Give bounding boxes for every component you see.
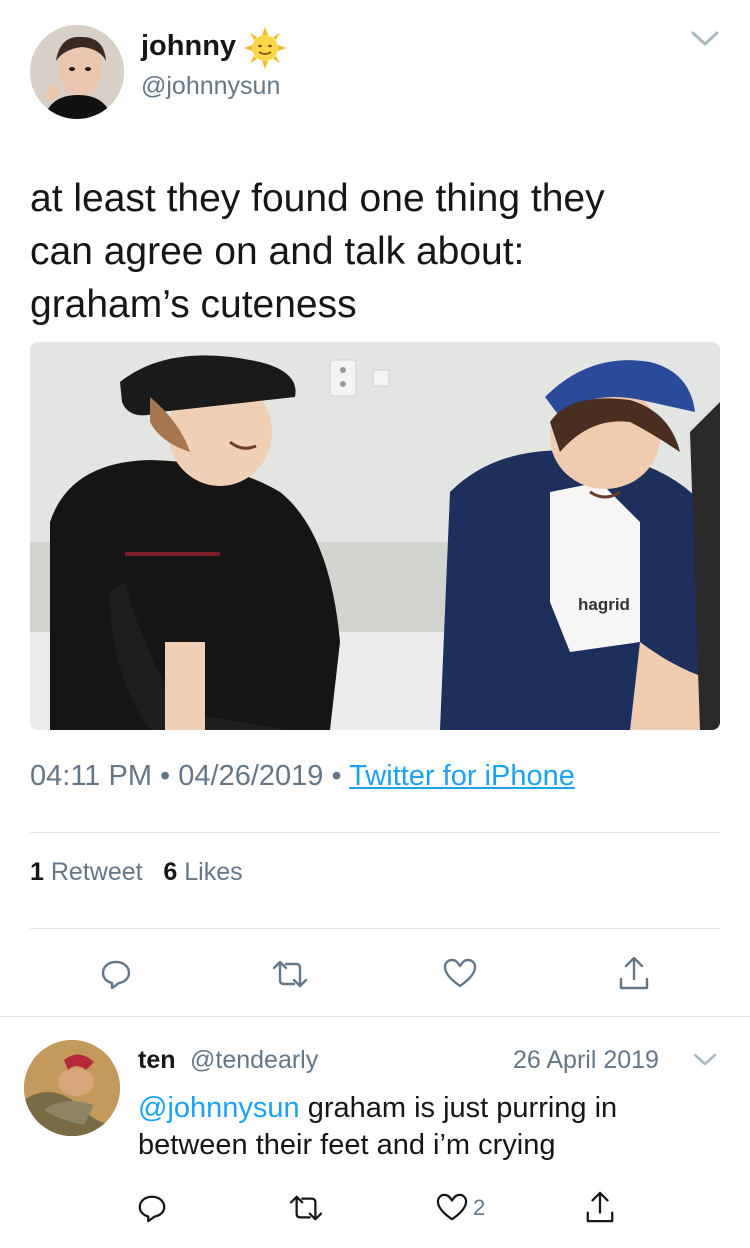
like-icon	[436, 1193, 468, 1221]
share-icon	[586, 1191, 614, 1223]
divider	[30, 928, 720, 929]
tweet-stats: 1 Retweet 6 Likes	[30, 858, 243, 887]
reply-date: 26 April 2019	[513, 1046, 659, 1074]
mention-link[interactable]: @johnnysun	[138, 1092, 300, 1124]
like-count: 6	[163, 858, 178, 886]
reply-tweet[interactable]: ten @tendearly 26 April 2019 @johnnysun …	[0, 1018, 750, 1248]
reply-author-name[interactable]: ten	[138, 1046, 176, 1075]
tweet-time: 04:11 PM	[30, 760, 152, 792]
tweet-metadata: 04:11 PM • 04/26/2019 • Twitter for iPho…	[30, 760, 575, 793]
like-label: Likes	[184, 858, 243, 886]
tweet-text-line: at least they found one thing they	[30, 177, 605, 220]
divider	[0, 1016, 750, 1017]
tweet-date: 04/26/2019	[178, 760, 324, 792]
reply-author-avatar[interactable]	[24, 1040, 120, 1136]
retweet-button[interactable]	[268, 954, 312, 994]
retweet-label: Retweet	[50, 858, 143, 886]
reply-icon	[101, 960, 131, 990]
like-button[interactable]	[434, 1190, 470, 1226]
tweet-photo[interactable]: hagrid	[30, 342, 720, 730]
divider	[30, 832, 720, 833]
retweet-stat[interactable]: 1 Retweet	[30, 858, 143, 886]
share-button[interactable]	[614, 952, 654, 994]
tweet-text-line: can agree on and talk about:	[30, 230, 525, 273]
separator: •	[160, 760, 171, 792]
sun-emoji-icon	[244, 27, 286, 69]
author-display-name[interactable]: johnny	[141, 30, 236, 63]
reply-like-count: 2	[473, 1195, 486, 1220]
author-handle[interactable]: @johnnysun	[141, 72, 280, 101]
share-button[interactable]	[582, 1188, 618, 1226]
share-icon	[619, 956, 649, 990]
author-avatar[interactable]	[30, 25, 124, 119]
reply-text-line: @johnnysun graham is just purring in	[138, 1090, 718, 1127]
like-stat[interactable]: 6 Likes	[163, 858, 242, 886]
reply-button[interactable]	[96, 954, 136, 994]
retweet-button[interactable]	[286, 1190, 326, 1226]
reply-author-handle[interactable]: @tendearly	[190, 1046, 318, 1075]
separator: •	[331, 760, 342, 792]
reply-text-line: between their feet and i’m crying	[138, 1129, 556, 1161]
retweet-count: 1	[30, 858, 44, 886]
reply-icon	[138, 1195, 166, 1223]
shirt-text: hagrid	[578, 595, 630, 614]
like-icon	[443, 958, 477, 988]
tweet-source-link[interactable]: Twitter for iPhone	[349, 760, 575, 792]
chevron-down-icon[interactable]	[690, 28, 720, 48]
chevron-down-icon[interactable]	[692, 1050, 718, 1068]
retweet-icon	[289, 1195, 323, 1221]
tweet-text: at least they found one thing they can a…	[30, 172, 720, 331]
reply-text: @johnnysun graham is just purring in bet…	[138, 1090, 718, 1164]
like-button[interactable]	[440, 954, 480, 994]
tweet-text-line: graham’s cuteness	[30, 283, 357, 326]
reply-text-part: graham is just purring in	[299, 1092, 618, 1124]
retweet-icon	[272, 960, 308, 988]
reply-button[interactable]	[134, 1190, 170, 1226]
